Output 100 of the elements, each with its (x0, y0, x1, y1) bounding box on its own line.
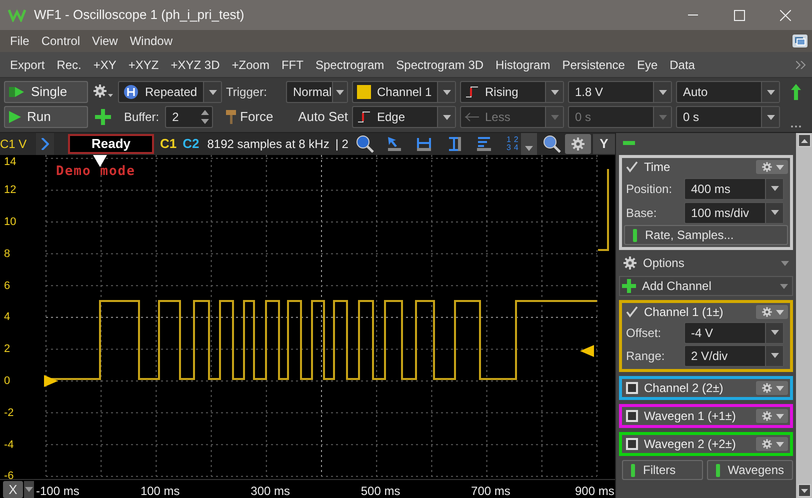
toolbar-button[interactable]: Data (664, 56, 701, 74)
dropdown[interactable]: Edge (352, 106, 456, 128)
bar-icon (631, 464, 635, 476)
window-title: WF1 - Oscilloscope 1 (ph_i_pri_test) (34, 6, 244, 24)
toolbar-button[interactable]: Spectrogram 3D (390, 56, 490, 74)
toolbar-button[interactable]: +Zoom (226, 56, 276, 74)
field-label: Base: (625, 204, 658, 222)
cursor-number: 2 (514, 136, 518, 144)
horizontal-cursor-icon[interactable] (416, 136, 432, 152)
logo-icon (8, 8, 26, 22)
zoom-icon[interactable] (543, 135, 561, 153)
x-axis-button[interactable]: X (3, 481, 23, 498)
single-button[interactable]: Single (4, 81, 88, 103)
axis-unit: C1 V (0, 136, 28, 153)
axis-label: 100 ms (140, 483, 180, 498)
y-axis-button[interactable]: Y (593, 134, 615, 154)
gear-button[interactable] (756, 305, 788, 319)
caret-icon (336, 90, 344, 94)
gear-button[interactable] (756, 381, 788, 395)
channel-label[interactable]: C1 (160, 134, 177, 154)
gear-button[interactable] (756, 437, 788, 451)
panel-button[interactable]: Filters (622, 460, 703, 480)
toolbar-button[interactable]: Export (4, 56, 51, 74)
dropdown-button[interactable] (24, 481, 34, 498)
gear-icon (623, 256, 637, 270)
menu-item[interactable]: File (4, 32, 36, 50)
options-row[interactable]: Options (619, 254, 793, 272)
gear-icon (762, 382, 772, 394)
ellipsis-icon[interactable] (791, 125, 801, 128)
toolbar-button[interactable]: FFT (275, 56, 310, 74)
caret-icon (770, 186, 778, 191)
group-title: Channel 1 (1±) (644, 304, 724, 321)
check-icon[interactable] (626, 161, 638, 173)
toolbar-button[interactable]: Persistence (556, 56, 631, 74)
gear-button[interactable] (756, 409, 788, 423)
restore-window-icon[interactable] (792, 34, 808, 48)
group-title: Time (644, 159, 672, 176)
toolbar-button[interactable]: +XY (87, 56, 122, 74)
gear-icon[interactable] (93, 84, 113, 100)
dropdown[interactable]: 1.8 V (568, 81, 672, 103)
toolbar-button[interactable]: Rec. (50, 56, 88, 74)
square-icon (357, 85, 371, 99)
toolbar-button[interactable]: Spectrogram (309, 56, 390, 74)
dropdown[interactable]: Auto (676, 81, 780, 103)
caret-icon (780, 284, 788, 288)
run-button[interactable]: Run (4, 106, 88, 128)
toolbar-button[interactable]: Histogram (490, 56, 556, 74)
chevron-icon[interactable] (796, 60, 806, 68)
dropdown[interactable]: Rising (460, 81, 564, 103)
caret-icon (442, 114, 450, 120)
dropdown[interactable]: Normal (286, 81, 348, 103)
up-arrow-icon[interactable] (791, 84, 801, 100)
play-icon (9, 86, 25, 98)
toolbar-button[interactable]: Eye (630, 56, 664, 74)
dropdown[interactable]: 0 s (676, 106, 780, 128)
axis-label: 8 (4, 248, 10, 260)
dropdown[interactable]: 100 ms/div (684, 202, 784, 224)
dropdown[interactable]: -4 V (684, 322, 784, 344)
buffer-label: Buffer: (123, 109, 160, 126)
zoom-icon[interactable] (356, 135, 374, 153)
vertical-cursor-icon[interactable] (446, 136, 462, 152)
axis-label: 300 ms (250, 483, 290, 498)
scrollbar[interactable] (796, 133, 812, 498)
menu-item[interactable]: View (86, 32, 124, 50)
axis-label: 900 ms (575, 483, 614, 498)
lines-icon[interactable] (476, 136, 492, 152)
checkbox[interactable] (626, 438, 638, 450)
caret-icon (525, 146, 533, 151)
gear-button[interactable] (756, 160, 788, 174)
samples-info: 8192 samples at 8 kHz (207, 136, 330, 153)
auto-set-button[interactable]: Auto Set (298, 107, 348, 127)
gear-icon (571, 137, 585, 151)
toolbar-button[interactable]: +XYZ 3D (164, 56, 226, 74)
check-icon[interactable] (626, 306, 638, 318)
cursor-icon[interactable] (386, 136, 402, 152)
expand-button[interactable] (36, 133, 54, 155)
axis-label: 6 (4, 280, 10, 292)
dropdown[interactable]: 2 V/div (684, 344, 784, 366)
dropdown[interactable]: Repeated (118, 81, 222, 103)
rate-samples-button[interactable]: Rate, Samples... (624, 225, 788, 245)
force-button[interactable]: Force (226, 106, 282, 128)
chevron-icon (41, 138, 49, 150)
number-field[interactable]: 2 (165, 106, 214, 128)
dropdown-button[interactable] (521, 133, 537, 155)
play-icon (9, 111, 21, 123)
axis-label: 500 ms (360, 483, 400, 498)
menu-item[interactable]: Control (35, 32, 86, 50)
add-channel-button[interactable]: Add Channel (619, 276, 793, 296)
plus-icon[interactable] (95, 109, 111, 125)
caret-icon (766, 114, 774, 120)
dropdown[interactable]: Channel 1 (352, 81, 456, 103)
menu-item[interactable]: Window (124, 32, 179, 50)
checkbox[interactable] (626, 382, 638, 394)
checkbox[interactable] (626, 410, 638, 422)
toolbar-button[interactable]: +XYZ (122, 56, 165, 74)
dropdown[interactable]: 400 ms (684, 178, 784, 200)
settings-button[interactable] (565, 134, 591, 154)
channel-label[interactable]: C2 (182, 134, 200, 154)
axis-label: -100 ms (36, 483, 80, 498)
panel-button[interactable]: Wavegens (706, 460, 793, 480)
